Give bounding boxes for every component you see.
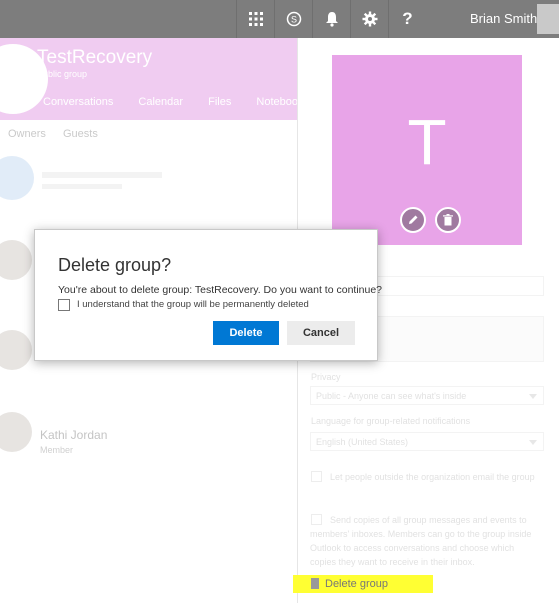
trash-icon	[311, 578, 319, 589]
language-label: Language for group-related notifications	[311, 416, 471, 426]
tab-owners[interactable]: Owners	[8, 128, 46, 140]
top-bar: S ? Brian Smith	[0, 0, 559, 38]
member-name: Kathi Jordan	[40, 428, 108, 442]
confirm-checkbox-label[interactable]: I understand that the group will be perm…	[77, 299, 309, 310]
skype-icon[interactable]: S	[274, 0, 312, 38]
tab-files[interactable]: Files	[208, 96, 231, 108]
privacy-select[interactable]: Public - Anyone can see what's inside	[310, 386, 544, 405]
privacy-value: Public - Anyone can see what's inside	[316, 391, 467, 401]
group-privacy-label: Public group	[37, 69, 88, 79]
delete-photo-icon[interactable]	[435, 207, 461, 233]
language-select[interactable]: English (United States)	[310, 432, 544, 451]
help-icon[interactable]: ?	[388, 0, 426, 38]
delete-group-label: Delete group	[325, 578, 388, 590]
add-member-icon[interactable]	[0, 156, 34, 200]
delete-button[interactable]: Delete	[213, 321, 279, 345]
member-placeholder	[42, 184, 122, 189]
avatar	[0, 240, 32, 280]
chevron-down-icon	[529, 394, 537, 399]
language-value: English (United States)	[316, 437, 409, 447]
delete-group-dialog: Delete group? You're about to delete gro…	[34, 229, 382, 361]
gear-icon[interactable]	[350, 0, 388, 38]
edit-photo-icon[interactable]	[400, 207, 426, 233]
member-filter-tabs: Owners Guests	[8, 128, 112, 140]
delete-group-link[interactable]: Delete group	[293, 575, 433, 593]
external-email-label: Let people outside the organization emai…	[330, 472, 535, 482]
chevron-down-icon	[529, 440, 537, 445]
bell-icon[interactable]	[312, 0, 350, 38]
send-copies-label: Send copies of all group messages and ev…	[310, 515, 532, 567]
group-title: TestRecovery	[37, 47, 153, 68]
group-header: TestRecovery Public group Conversations …	[0, 38, 300, 120]
app-launcher-icon[interactable]	[236, 0, 274, 38]
tab-notebook[interactable]: Notebook	[256, 96, 300, 108]
avatar	[0, 330, 32, 370]
tab-calendar[interactable]: Calendar	[138, 96, 183, 108]
tab-conversations[interactable]: Conversations	[43, 96, 113, 108]
tab-guests[interactable]: Guests	[63, 128, 98, 140]
group-photo-tile: T	[332, 55, 522, 245]
member-placeholder	[42, 172, 162, 178]
group-tabs: Conversations Calendar Files Notebook	[43, 96, 300, 108]
avatar[interactable]	[537, 4, 559, 34]
member-role: Member	[40, 445, 74, 455]
group-initial: T	[407, 106, 447, 178]
svg-text:S: S	[290, 15, 296, 25]
privacy-label: Privacy	[311, 372, 341, 382]
cancel-button[interactable]: Cancel	[287, 321, 355, 345]
confirm-checkbox[interactable]	[58, 299, 70, 311]
dialog-message: You're about to delete group: TestRecove…	[58, 284, 383, 296]
dialog-title: Delete group?	[58, 255, 172, 275]
avatar	[0, 412, 32, 452]
user-name[interactable]: Brian Smith	[470, 0, 537, 38]
